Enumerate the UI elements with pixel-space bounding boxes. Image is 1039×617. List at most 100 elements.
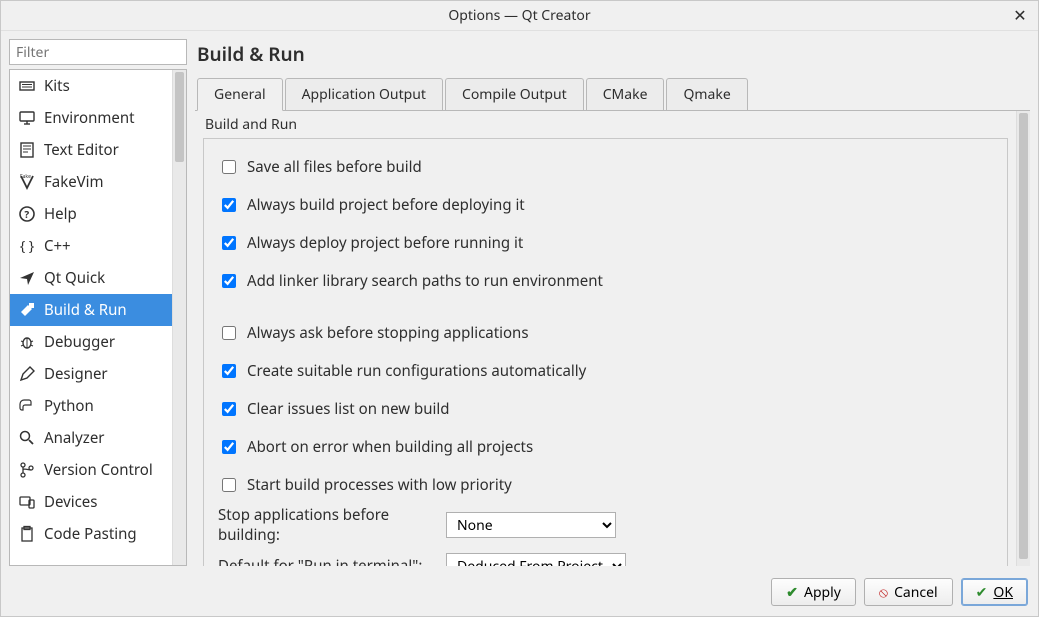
checkbox-input[interactable] (222, 440, 236, 454)
tab-application-output[interactable]: Application Output (285, 78, 443, 110)
label-run-in-terminal: Default for "Run in terminal": (218, 556, 438, 566)
checkbox-label: Always build project before deploying it (247, 195, 525, 215)
sidebar-item-label: Debugger (44, 332, 115, 352)
sidebar-item-text-editor[interactable]: Text Editor (10, 134, 172, 166)
sidebar-item-label: Analyzer (44, 428, 105, 448)
checkbox-abort-on-error[interactable]: Abort on error when building all project… (218, 437, 993, 457)
checkbox-label: Always ask before stopping applications (247, 323, 529, 343)
checkbox-input[interactable] (222, 198, 236, 212)
sidebar-item-environment[interactable]: Environment (10, 102, 172, 134)
checkbox-input[interactable] (222, 364, 236, 378)
label-stop-apps: Stop applications before building: (218, 505, 438, 545)
bug-icon (18, 333, 36, 351)
tab-cmake[interactable]: CMake (586, 78, 665, 110)
pencil-icon (18, 365, 36, 383)
checkbox-add-linker[interactable]: Add linker library search paths to run e… (218, 271, 993, 291)
checkbox-label: Save all files before build (247, 157, 422, 177)
check-icon: ✔ (786, 583, 798, 602)
tab-general[interactable]: General (197, 78, 283, 111)
sidebar-item-label: Version Control (44, 460, 153, 480)
sidebar-list: Kits Environment Text Ed (10, 70, 172, 565)
apply-button[interactable]: ✔ Apply (771, 578, 856, 606)
checkbox-create-runconfig[interactable]: Create suitable run configurations autom… (218, 361, 993, 381)
sidebar-item-version-control[interactable]: Version Control (10, 454, 172, 486)
checkbox-label: Clear issues list on new build (247, 399, 449, 419)
tab-content-general: Build and Run Save all files before buil… (195, 111, 1016, 566)
filter-input[interactable] (9, 39, 187, 65)
checkbox-input[interactable] (222, 160, 236, 174)
sidebar-item-build-run[interactable]: Build & Run (10, 294, 172, 326)
ok-icon: ✔ (976, 583, 988, 602)
sidebar-item-help[interactable]: ? Help (10, 198, 172, 230)
checkbox-label: Create suitable run configurations autom… (247, 361, 586, 381)
titlebar: Options — Qt Creator ✕ (1, 1, 1038, 31)
magnifier-icon (18, 429, 36, 447)
ok-button[interactable]: ✔ OK (961, 578, 1028, 606)
tab-compile-output[interactable]: Compile Output (445, 78, 584, 110)
checkbox-always-deploy[interactable]: Always deploy project before running it (218, 233, 993, 253)
svg-text:Fake: Fake (20, 174, 31, 180)
sidebar-item-analyzer[interactable]: Analyzer (10, 422, 172, 454)
options-window: Options — Qt Creator ✕ Kits (0, 0, 1039, 617)
dialog-body: Kits Environment Text Ed (1, 31, 1038, 616)
checkbox-input[interactable] (222, 326, 236, 340)
sidebar-item-kits[interactable]: Kits (10, 70, 172, 102)
branch-icon (18, 461, 36, 479)
sidebar-item-cpp[interactable]: { } C++ (10, 230, 172, 262)
clipboard-icon (18, 525, 36, 543)
tab-qmake[interactable]: Qmake (666, 78, 747, 110)
sidebar-item-label: C++ (44, 236, 71, 256)
hammer-icon (18, 301, 36, 319)
cancel-button[interactable]: ⦸ Cancel (864, 578, 953, 606)
sidebar-item-fakevim[interactable]: Fake FakeVim (10, 166, 172, 198)
checkbox-save-all[interactable]: Save all files before build (218, 157, 993, 177)
sidebar-item-label: Qt Quick (44, 268, 105, 288)
sidebar-item-label: Build & Run (44, 300, 127, 320)
combo-stop-apps[interactable]: None (446, 512, 616, 538)
close-icon[interactable]: ✕ (1010, 5, 1030, 25)
checkbox-always-ask-stop[interactable]: Always ask before stopping applications (218, 323, 993, 343)
checkbox-label: Add linker library search paths to run e… (247, 271, 603, 291)
checkbox-label: Start build processes with low priority (247, 475, 512, 495)
scrollbar-thumb[interactable] (1019, 113, 1028, 559)
checkbox-clear-issues[interactable]: Clear issues list on new build (218, 399, 993, 419)
page-title: Build & Run (197, 41, 1030, 67)
sidebar-scrollbar[interactable] (172, 70, 186, 565)
sidebar-item-devices[interactable]: Devices (10, 486, 172, 518)
sidebar-item-python[interactable]: Python (10, 390, 172, 422)
help-icon: ? (18, 205, 36, 223)
sidebar-item-designer[interactable]: Designer (10, 358, 172, 390)
monitor-icon (18, 109, 36, 127)
button-label: Apply (804, 583, 841, 602)
button-label: OK (993, 583, 1013, 602)
sidebar-item-label: Text Editor (44, 140, 119, 160)
main-row: Kits Environment Text Ed (9, 39, 1030, 566)
checkbox-input[interactable] (222, 402, 236, 416)
devices-icon (18, 493, 36, 511)
sidebar-item-label: Environment (44, 108, 135, 128)
sidebar-item-debugger[interactable]: Debugger (10, 326, 172, 358)
kits-icon (18, 77, 36, 95)
sidebar-item-code-pasting[interactable]: Code Pasting (10, 518, 172, 550)
sidebar-item-qt-quick[interactable]: Qt Quick (10, 262, 172, 294)
sidebar-item-label: Python (44, 396, 94, 416)
checkbox-low-priority[interactable]: Start build processes with low priority (218, 475, 993, 495)
combo-run-in-terminal[interactable]: Deduced From Project (446, 553, 626, 566)
checkbox-label: Always deploy project before running it (247, 233, 523, 253)
python-icon (18, 397, 36, 415)
sidebar-column: Kits Environment Text Ed (9, 39, 187, 566)
checkbox-input[interactable] (222, 478, 236, 492)
sidebar-item-label: Code Pasting (44, 524, 137, 544)
checkbox-always-build[interactable]: Always build project before deploying it (218, 195, 993, 215)
scrollbar-thumb[interactable] (175, 72, 184, 162)
tab-content-wrap: Build and Run Save all files before buil… (195, 111, 1030, 566)
tabbar: General Application Output Compile Outpu… (195, 77, 1030, 111)
content-scrollbar[interactable] (1016, 111, 1030, 566)
section-label: Build and Run (205, 115, 1008, 134)
sidebar-item-label: Kits (44, 76, 70, 96)
checkbox-input[interactable] (222, 236, 236, 250)
checkbox-label: Abort on error when building all project… (247, 437, 533, 457)
braces-icon: { } (18, 237, 36, 255)
checkbox-input[interactable] (222, 274, 236, 288)
sidebar-item-label: FakeVim (44, 172, 104, 192)
